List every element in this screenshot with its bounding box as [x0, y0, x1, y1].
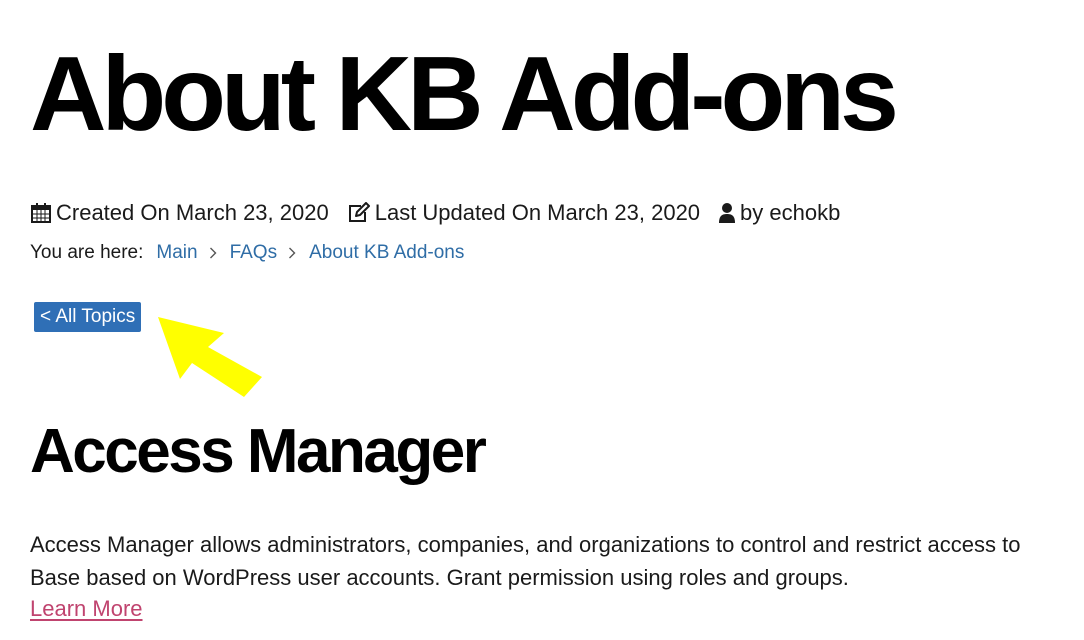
updated-date-text: Last Updated On March 23, 2020 [374, 200, 701, 225]
section-description: Access Manager allows administrators, co… [30, 528, 1084, 594]
article-meta: Created On March 23, 2020 Last Updated O… [30, 199, 840, 227]
breadcrumb-item-faqs[interactable]: FAQs [230, 241, 278, 265]
section-heading: Access Manager [30, 417, 487, 486]
breadcrumb: You are here: Main FAQs About KB Add-ons [30, 241, 464, 265]
author-text: by echokb [740, 200, 841, 225]
updated-date: Last Updated On March 23, 2020 [347, 199, 700, 227]
chevron-right-icon [288, 247, 296, 259]
breadcrumb-label: You are here: [30, 242, 144, 263]
chevron-right-icon [209, 247, 217, 259]
description-line: Access Manager allows administrators, co… [30, 532, 1021, 557]
created-date-text: Created On March 23, 2020 [56, 200, 329, 225]
edit-icon [348, 202, 370, 222]
learn-more-link[interactable]: Learn More [30, 592, 143, 625]
breadcrumb-item-current[interactable]: About KB Add-ons [309, 241, 464, 265]
author: by echokb [718, 199, 840, 227]
yellow-arrow-icon [158, 317, 262, 397]
breadcrumb-item-main[interactable]: Main [156, 241, 197, 265]
created-date: Created On March 23, 2020 [30, 199, 329, 227]
user-icon [719, 203, 736, 223]
all-topics-button[interactable]: < All Topics [34, 302, 142, 332]
description-line: Base based on WordPress user accounts. G… [30, 565, 849, 590]
page-title: About KB Add-ons [30, 35, 899, 153]
calendar-icon [31, 203, 51, 223]
